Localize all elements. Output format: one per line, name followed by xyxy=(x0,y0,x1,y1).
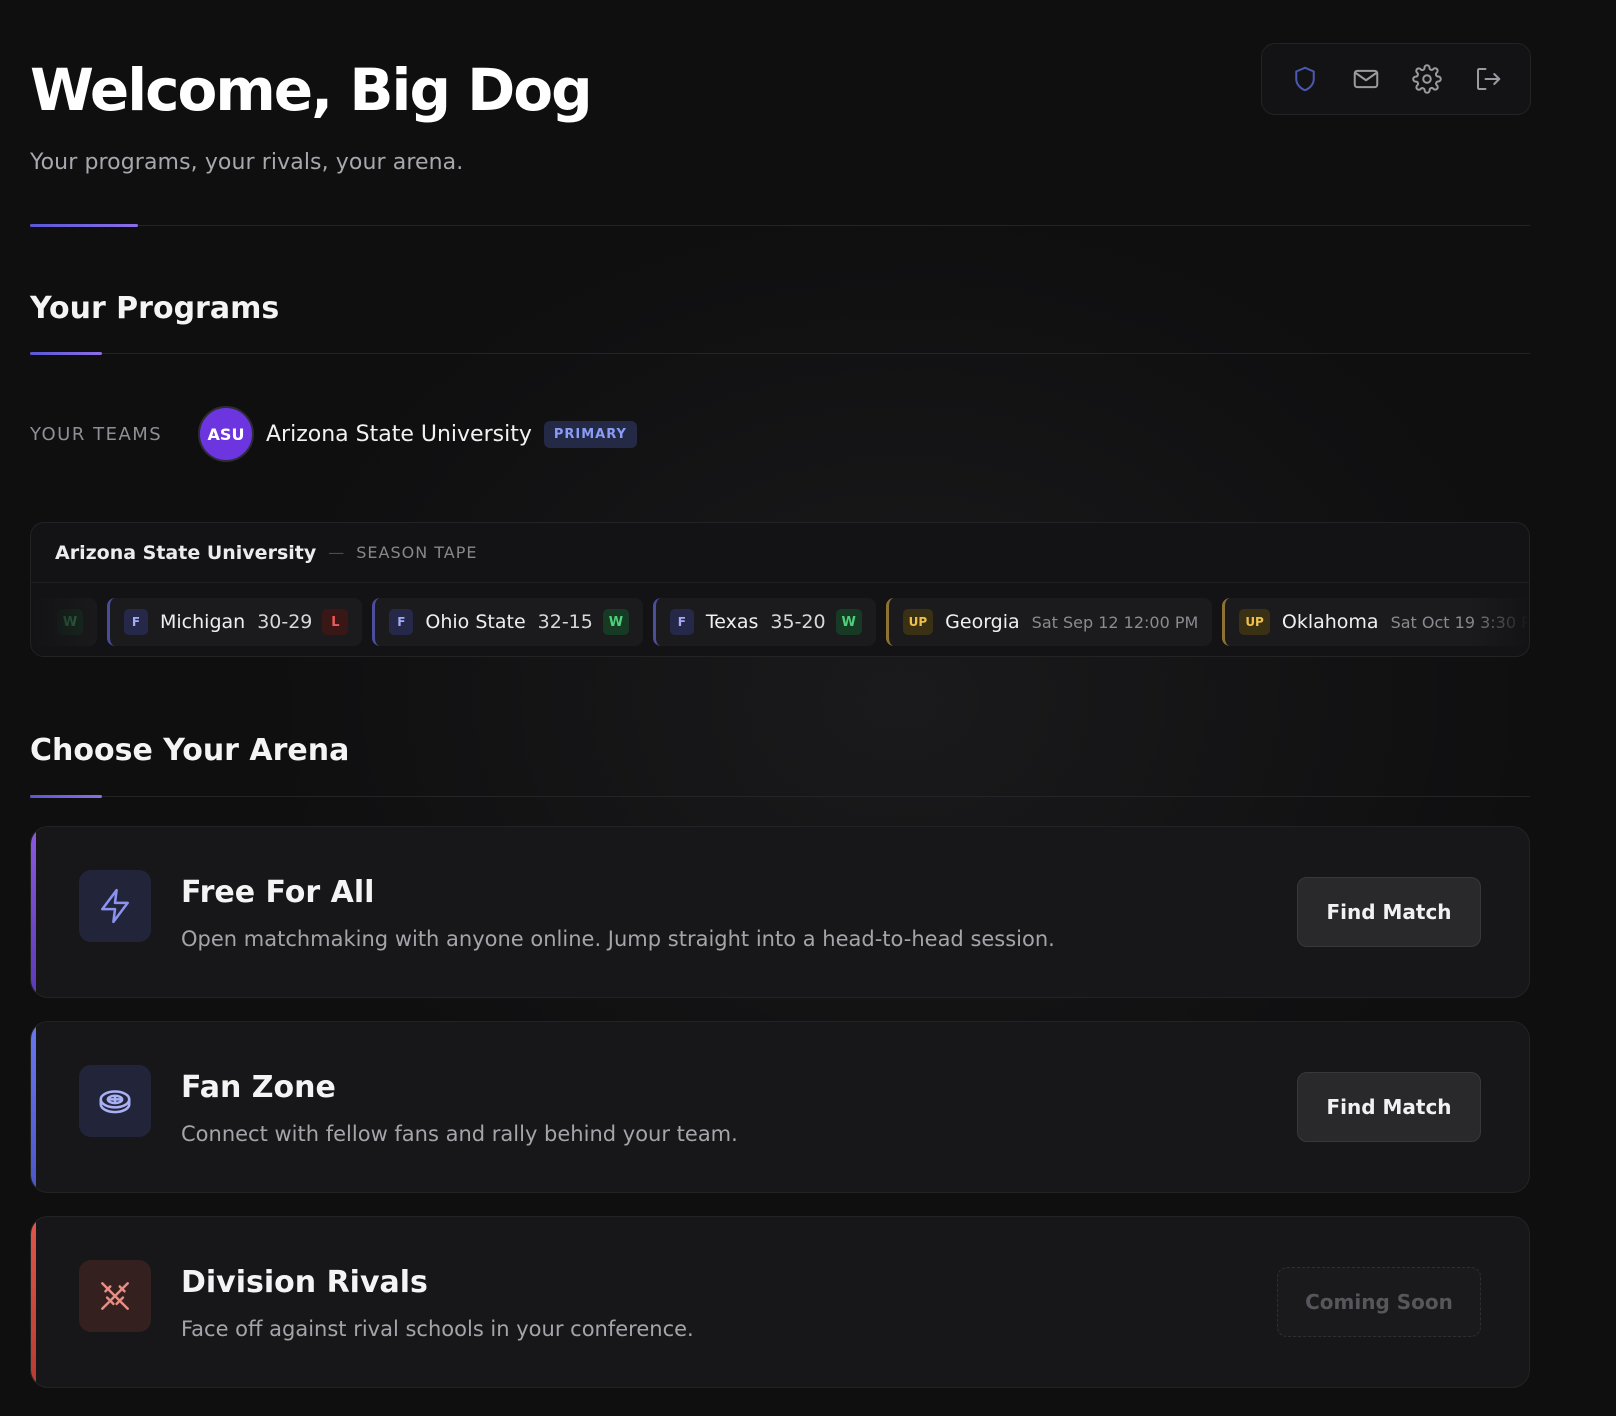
logout-button[interactable] xyxy=(1466,57,1510,101)
game-chip-upcoming[interactable]: UP Georgia Sat Sep 12 12:00 PM xyxy=(885,598,1213,646)
tape-fade-left xyxy=(31,583,111,656)
card-description: Open matchmaking with anyone online. Jum… xyxy=(181,927,1055,951)
arena-divider xyxy=(30,795,1530,798)
header-divider xyxy=(30,224,1530,227)
programs-divider xyxy=(30,352,1530,355)
messages-button[interactable] xyxy=(1344,57,1388,101)
primary-badge: PRIMARY xyxy=(543,420,637,448)
game-chip[interactable]: F Michigan 30-29 L xyxy=(107,598,363,646)
game-kind: UP xyxy=(902,609,934,635)
game-chip[interactable]: F Texas 35-20 W xyxy=(652,598,876,646)
card-accent-stripe xyxy=(31,1022,36,1192)
game-kind: F xyxy=(669,609,694,635)
page-subtitle: Your programs, your rivals, your arena. xyxy=(30,150,464,175)
divider-accent xyxy=(30,795,102,798)
arena-card-free-for-all: Free For All Open matchmaking with anyon… xyxy=(30,826,1530,998)
logout-icon xyxy=(1476,68,1500,90)
card-accent-stripe xyxy=(31,1217,36,1387)
game-result: L xyxy=(322,609,349,635)
tape-fade-right xyxy=(1469,583,1529,656)
season-tape: Arizona State University — SEASON TAPE W… xyxy=(30,522,1530,657)
game-opponent: Georgia xyxy=(945,611,1020,633)
crossed-swords-icon xyxy=(101,1282,129,1310)
season-tape-scroller[interactable]: W F Michigan 30-29 L F Ohio State 32-15 … xyxy=(31,598,1529,646)
teams-row: YOUR TEAMS ASU Arizona State University … xyxy=(30,406,637,462)
card-title: Free For All xyxy=(181,875,375,910)
coming-soon-button: Coming Soon xyxy=(1277,1267,1481,1337)
card-icon-box xyxy=(79,870,151,942)
card-title: Fan Zone xyxy=(181,1070,336,1105)
game-opponent: Ohio State xyxy=(425,611,526,633)
mail-icon xyxy=(1353,69,1378,89)
divider-accent xyxy=(30,224,138,227)
programs-title: Your Programs xyxy=(30,291,280,326)
card-title: Division Rivals xyxy=(181,1265,428,1300)
stadium-icon xyxy=(99,1090,131,1114)
divider-accent xyxy=(30,352,102,355)
game-score: 32-15 xyxy=(537,611,593,633)
card-icon-box xyxy=(79,1065,151,1137)
admin-button[interactable] xyxy=(1283,57,1327,101)
find-match-button[interactable]: Find Match xyxy=(1297,1072,1481,1142)
shield-icon xyxy=(1294,66,1315,92)
game-kind: F xyxy=(389,609,414,635)
game-date: Sat Sep 12 12:00 PM xyxy=(1031,612,1199,632)
lightning-icon xyxy=(101,888,129,924)
card-description: Connect with fellow fans and rally behin… xyxy=(181,1122,738,1146)
card-description: Face off against rival schools in your c… xyxy=(181,1317,694,1341)
game-opponent: Oklahoma xyxy=(1281,611,1379,633)
season-tape-team: Arizona State University xyxy=(55,541,317,564)
arena-card-fan-zone: Fan Zone Connect with fellow fans and ra… xyxy=(30,1021,1530,1193)
team-name[interactable]: Arizona State University xyxy=(266,422,532,447)
game-score: 35-20 xyxy=(770,611,826,633)
dashboard-page: Welcome, Big Dog Your programs, your riv… xyxy=(0,0,1616,1416)
game-chip[interactable]: F Ohio State 32-15 W xyxy=(372,598,643,646)
season-tape-dash: — xyxy=(328,543,345,562)
season-tape-header: Arizona State University — SEASON TAPE xyxy=(31,523,1529,583)
arena-title: Choose Your Arena xyxy=(30,733,350,768)
game-result: W xyxy=(602,609,629,635)
game-opponent: Michigan xyxy=(160,611,246,633)
team-avatar[interactable]: ASU xyxy=(198,406,254,462)
settings-button[interactable] xyxy=(1405,57,1449,101)
game-score: 30-29 xyxy=(257,611,313,633)
teams-label: YOUR TEAMS xyxy=(30,423,163,445)
card-accent-stripe xyxy=(31,827,36,997)
game-kind: F xyxy=(124,609,148,635)
season-tape-label: SEASON TAPE xyxy=(356,543,478,562)
gear-icon xyxy=(1411,64,1442,94)
game-result: W xyxy=(835,609,862,635)
arena-card-division-rivals: Division Rivals Face off against rival s… xyxy=(30,1216,1530,1388)
find-match-button[interactable]: Find Match xyxy=(1297,877,1481,947)
card-icon-box xyxy=(79,1260,151,1332)
game-kind: UP xyxy=(1239,609,1270,635)
game-opponent: Texas xyxy=(705,611,759,633)
header-toolbar xyxy=(1261,43,1531,115)
